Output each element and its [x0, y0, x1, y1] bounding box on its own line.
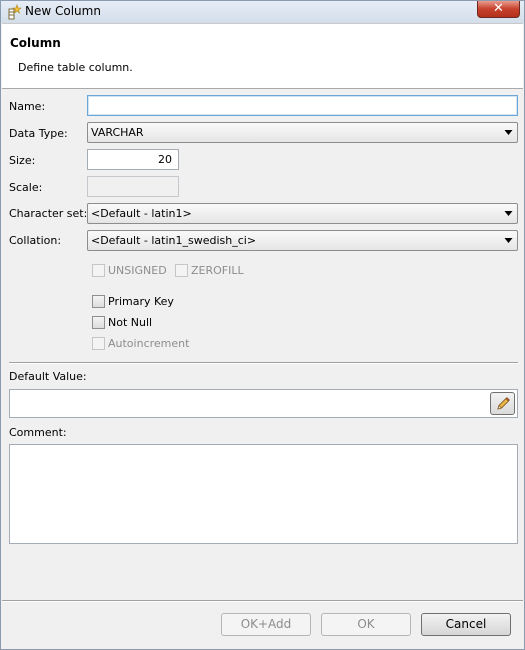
comment-label: Comment: — [9, 426, 67, 439]
data-type-select[interactable]: VARCHAR — [87, 122, 518, 143]
collation-select[interactable]: <Default - latin1_swedish_ci> — [87, 230, 518, 251]
chevron-down-icon — [504, 130, 513, 135]
size-label: Size: — [9, 154, 36, 167]
primary-key-label: Primary Key — [108, 295, 174, 308]
title-bar: New Column ✕ — [1, 1, 524, 23]
pencil-icon — [497, 397, 510, 410]
name-label: Name: — [9, 100, 46, 113]
section-divider — [9, 362, 518, 364]
column-star-icon — [8, 4, 22, 20]
window-title: New Column — [25, 4, 101, 18]
comment-textarea[interactable] — [9, 444, 518, 544]
scale-input[interactable] — [87, 176, 179, 197]
data-type-value: VARCHAR — [91, 126, 144, 139]
size-input[interactable]: 20 — [87, 149, 179, 170]
default-value-input[interactable] — [9, 389, 518, 418]
chevron-down-icon — [504, 211, 513, 216]
scale-label: Scale: — [9, 181, 43, 194]
header-title: Column — [10, 36, 61, 50]
header-description: Define table column. — [18, 61, 133, 74]
primary-key-checkbox[interactable] — [92, 295, 105, 308]
cancel-button[interactable]: Cancel — [421, 613, 511, 636]
charset-label: Character set: — [9, 207, 88, 220]
not-null-checkbox[interactable] — [92, 316, 105, 329]
default-value-label: Default Value: — [9, 370, 87, 383]
chevron-down-icon — [504, 238, 513, 243]
ok-button[interactable]: OK — [321, 613, 411, 636]
zerofill-checkbox[interactable] — [175, 264, 188, 277]
close-button[interactable]: ✕ — [477, 1, 520, 18]
collation-label: Collation: — [9, 234, 62, 247]
autoincrement-label: Autoincrement — [108, 337, 190, 350]
unsigned-label: UNSIGNED — [108, 264, 167, 277]
name-input[interactable] — [87, 95, 518, 116]
charset-value: <Default - latin1> — [91, 207, 192, 220]
not-null-label: Not Null — [108, 316, 153, 329]
zerofill-label: ZEROFILL — [191, 264, 244, 277]
ok-add-button[interactable]: OK+Add — [221, 613, 311, 636]
close-icon: ✕ — [493, 1, 504, 16]
data-type-label: Data Type: — [9, 127, 68, 140]
collation-value: <Default - latin1_swedish_ci> — [91, 234, 257, 247]
unsigned-checkbox[interactable] — [92, 264, 105, 277]
dialog-header: Column Define table column. — [2, 23, 523, 89]
footer-divider — [2, 600, 523, 602]
autoincrement-checkbox[interactable] — [92, 337, 105, 350]
size-value: 20 — [158, 153, 172, 166]
edit-default-button[interactable] — [490, 392, 515, 415]
charset-select[interactable]: <Default - latin1> — [87, 203, 518, 224]
new-column-dialog: New Column ✕ Column Define table column.… — [0, 0, 525, 650]
